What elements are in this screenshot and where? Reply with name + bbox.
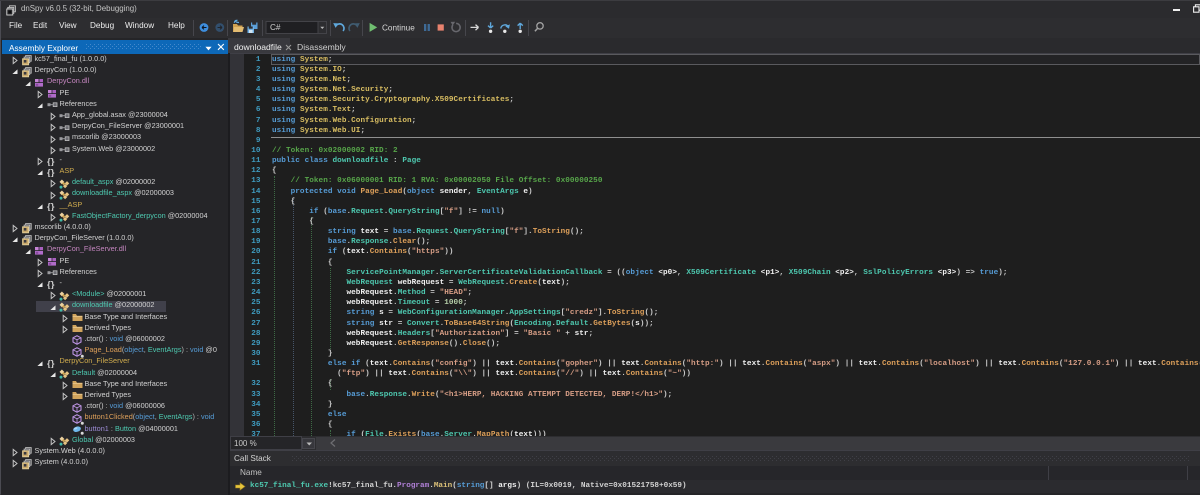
svg-text:Continue: Continue [382, 24, 415, 33]
svg-text:{}: {} [47, 358, 55, 368]
svg-text:{}: {} [47, 280, 55, 290]
svg-text:C#: C# [270, 23, 281, 32]
svg-text:{}: {} [47, 157, 55, 167]
svg-text:{}: {} [47, 201, 55, 211]
svg-text:{}: {} [47, 168, 55, 178]
